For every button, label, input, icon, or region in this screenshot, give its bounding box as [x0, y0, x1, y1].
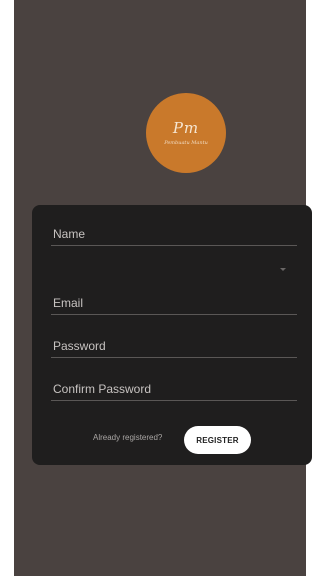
role-dropdown[interactable] [51, 255, 297, 281]
password-label: Password [53, 339, 106, 353]
password-field[interactable]: Password [51, 331, 297, 358]
email-field[interactable]: Email [51, 288, 297, 315]
chevron-down-icon [280, 268, 286, 271]
confirm-password-field[interactable]: Confirm Password [51, 374, 297, 401]
email-label: Email [53, 296, 84, 310]
name-field[interactable]: Name [51, 219, 297, 246]
footer-row: Already registered? REGISTER [32, 423, 312, 454]
app-logo: Pm Pembuatu Mantu [146, 93, 226, 173]
name-label: Name [53, 227, 86, 241]
register-card: Name Email Password Confirm Password Alr… [32, 205, 312, 465]
register-button[interactable]: REGISTER [184, 426, 251, 454]
logo-mark: Pm [172, 118, 200, 137]
already-registered-link[interactable]: Already registered? [93, 433, 162, 442]
logo-text: Pembuatu Mantu [164, 139, 208, 146]
confirm-password-label: Confirm Password [53, 382, 152, 396]
